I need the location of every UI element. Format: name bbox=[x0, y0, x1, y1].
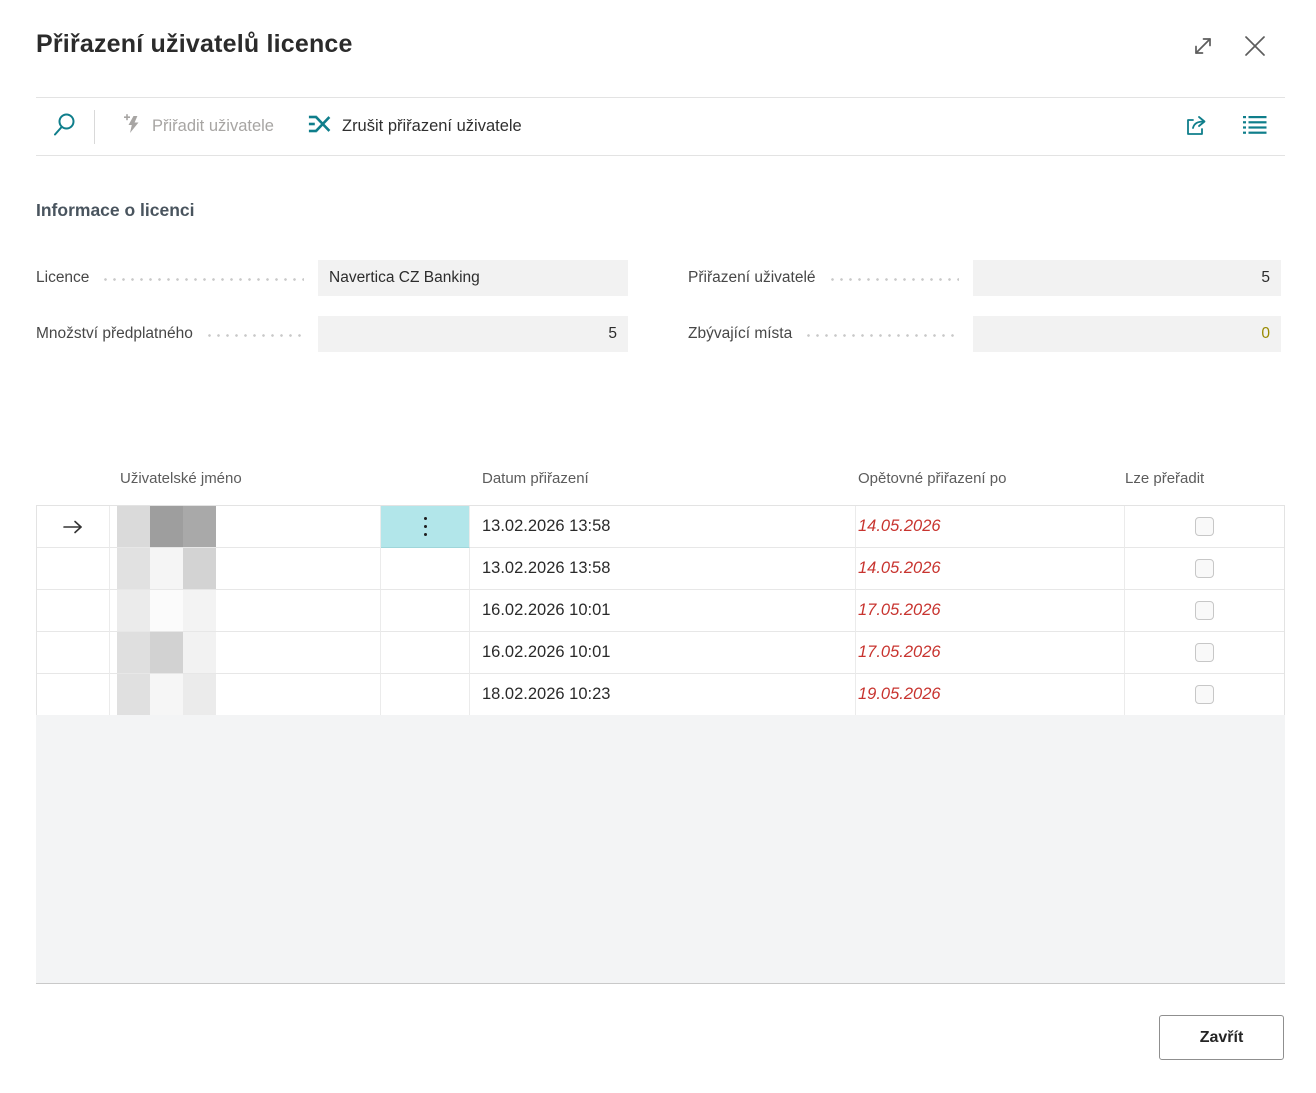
dotted-leader bbox=[804, 334, 959, 337]
vertical-ellipsis-icon bbox=[424, 517, 427, 536]
assign-users-label: Přiřadit uživatele bbox=[152, 117, 274, 136]
field-license-value[interactable]: Navertica CZ Banking bbox=[318, 260, 628, 296]
cell-spacer[interactable] bbox=[381, 548, 470, 590]
can-reassign-checkbox[interactable] bbox=[1195, 517, 1214, 536]
table-row-indicator bbox=[37, 674, 110, 716]
toolbar-divider bbox=[94, 110, 95, 144]
share-button[interactable] bbox=[1181, 111, 1213, 143]
table-row-indicator bbox=[37, 506, 110, 548]
cell-user-name-redacted[interactable] bbox=[110, 674, 381, 716]
cell-can-reassign bbox=[1125, 548, 1284, 590]
redacted-user-name bbox=[117, 506, 216, 548]
cell-can-reassign bbox=[1125, 590, 1284, 632]
field-assigned-users-label: Přiřazení uživatelé bbox=[688, 269, 816, 287]
search-icon bbox=[52, 112, 78, 141]
table-row-indicator bbox=[37, 632, 110, 674]
selected-cell-more-options[interactable] bbox=[381, 506, 470, 548]
diagonal-resize-icon bbox=[1191, 34, 1215, 61]
cell-user-name-redacted[interactable] bbox=[110, 506, 381, 548]
cell-can-reassign bbox=[1125, 506, 1284, 548]
dotted-leader bbox=[205, 334, 304, 337]
can-reassign-checkbox[interactable] bbox=[1195, 601, 1214, 620]
table-row-indicator bbox=[37, 590, 110, 632]
column-header-assignment-date[interactable]: Datum přiřazení bbox=[482, 470, 589, 487]
redacted-user-name bbox=[117, 674, 216, 716]
cell-can-reassign bbox=[1125, 674, 1284, 716]
field-subscription-quantity-label: Množství předplatného bbox=[36, 325, 193, 343]
table-row-indicator bbox=[37, 548, 110, 590]
current-row-arrow-icon bbox=[62, 519, 84, 535]
grid-empty-area bbox=[36, 715, 1285, 984]
cell-can-reassign bbox=[1125, 632, 1284, 674]
cell-assignment-date[interactable]: 13.02.2026 13:58 bbox=[470, 548, 856, 590]
redacted-user-name bbox=[117, 590, 216, 632]
redacted-user-name bbox=[117, 548, 216, 590]
close-dialog-button[interactable] bbox=[1236, 28, 1274, 66]
cell-assignment-date[interactable]: 16.02.2026 10:01 bbox=[470, 632, 856, 674]
grid-column-headers: Uživatelské jméno Datum přiřazení Opětov… bbox=[0, 470, 1316, 492]
cell-user-name-redacted[interactable] bbox=[110, 590, 381, 632]
cell-assignment-date[interactable]: 13.02.2026 13:58 bbox=[470, 506, 856, 548]
cell-spacer[interactable] bbox=[381, 674, 470, 716]
field-assigned-users-value[interactable]: 5 bbox=[973, 260, 1281, 296]
search-button[interactable] bbox=[36, 98, 94, 155]
cell-user-name-redacted[interactable] bbox=[110, 632, 381, 674]
cell-reassign-after[interactable]: 14.05.2026 bbox=[856, 506, 1125, 548]
can-reassign-checkbox[interactable] bbox=[1195, 643, 1214, 662]
column-header-user-name[interactable]: Uživatelské jméno bbox=[120, 470, 242, 487]
dotted-leader bbox=[101, 278, 304, 281]
cell-reassign-after[interactable]: 14.05.2026 bbox=[856, 548, 1125, 590]
redacted-user-name bbox=[117, 632, 216, 674]
list-view-button[interactable] bbox=[1239, 111, 1271, 143]
field-license-label: Licence bbox=[36, 269, 89, 287]
field-assigned-users: Přiřazení uživatelé 5 bbox=[688, 260, 1281, 296]
cell-spacer[interactable] bbox=[381, 632, 470, 674]
list-view-icon bbox=[1242, 113, 1268, 140]
assign-users-button[interactable]: Přiřadit uživatele bbox=[123, 98, 274, 155]
close-button[interactable]: Zavřít bbox=[1159, 1015, 1284, 1060]
field-remaining-seats: Zbývající místa 0 bbox=[688, 316, 1281, 352]
close-icon bbox=[1241, 32, 1269, 63]
cell-reassign-after[interactable]: 17.05.2026 bbox=[856, 590, 1125, 632]
remove-user-icon bbox=[308, 113, 332, 140]
lightning-plus-icon bbox=[123, 113, 142, 140]
can-reassign-checkbox[interactable] bbox=[1195, 559, 1214, 578]
cell-assignment-date[interactable]: 18.02.2026 10:23 bbox=[470, 674, 856, 716]
column-header-reassign-after[interactable]: Opětovné přiřazení po bbox=[858, 470, 1006, 487]
field-subscription-quantity-value[interactable]: 5 bbox=[318, 316, 628, 352]
license-users-grid: 13.02.2026 13:58 14.05.2026 13.02.2026 1… bbox=[36, 505, 1285, 716]
expand-dialog-button[interactable] bbox=[1186, 30, 1220, 64]
can-reassign-checkbox[interactable] bbox=[1195, 685, 1214, 704]
action-toolbar: Přiřadit uživatele Zrušit přiřazení uživ… bbox=[36, 97, 1285, 156]
field-subscription-quantity: Množství předplatného 5 bbox=[36, 316, 628, 352]
field-license: Licence Navertica CZ Banking bbox=[36, 260, 628, 296]
column-header-can-reassign[interactable]: Lze přeřadit bbox=[1125, 470, 1204, 487]
unassign-users-button[interactable]: Zrušit přiřazení uživatele bbox=[308, 98, 522, 155]
cell-reassign-after[interactable]: 19.05.2026 bbox=[856, 674, 1125, 716]
cell-reassign-after[interactable]: 17.05.2026 bbox=[856, 632, 1125, 674]
cell-assignment-date[interactable]: 16.02.2026 10:01 bbox=[470, 590, 856, 632]
dotted-leader bbox=[828, 278, 959, 281]
unassign-users-label: Zrušit přiřazení uživatele bbox=[342, 117, 522, 136]
section-title-license-info: Informace o licenci bbox=[36, 200, 195, 221]
field-remaining-seats-value[interactable]: 0 bbox=[973, 316, 1281, 352]
share-icon bbox=[1184, 112, 1210, 141]
cell-spacer[interactable] bbox=[381, 590, 470, 632]
page-title: Přiřazení uživatelů licence bbox=[36, 30, 353, 59]
field-remaining-seats-label: Zbývající místa bbox=[688, 325, 792, 343]
cell-user-name-redacted[interactable] bbox=[110, 548, 381, 590]
